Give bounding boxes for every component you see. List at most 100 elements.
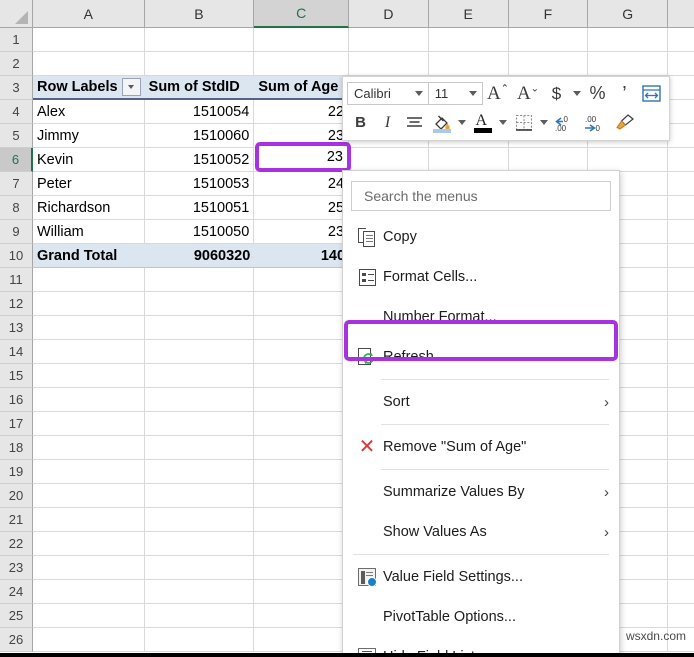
cell-a24[interactable]	[33, 580, 145, 604]
increase-decimal-button[interactable]: .00 0	[581, 110, 611, 135]
cell-f1[interactable]	[509, 28, 589, 52]
column-header-e[interactable]: E	[429, 0, 509, 28]
accounting-number-format-button[interactable]: $	[543, 81, 570, 106]
cell-b17[interactable]	[145, 412, 255, 436]
cell-h9[interactable]	[668, 220, 694, 244]
cell-h1[interactable]	[668, 28, 694, 52]
cell-d1[interactable]	[349, 28, 429, 52]
row-header-4[interactable]: 4	[0, 100, 33, 124]
cell-c4[interactable]: 22	[254, 100, 349, 124]
bold-button[interactable]: B	[347, 110, 374, 135]
column-header-g[interactable]: G	[588, 0, 668, 28]
row-header-7[interactable]: 7	[0, 172, 33, 196]
wrap-text-button[interactable]	[638, 81, 665, 106]
cell-h24[interactable]	[668, 580, 694, 604]
menu-item-hide-field-list[interactable]: Hide Field List	[343, 637, 619, 657]
cell-b7[interactable]: 1510053	[145, 172, 255, 196]
row-header-22[interactable]: 22	[0, 532, 33, 556]
cell-g2[interactable]	[588, 52, 668, 76]
row-header-10[interactable]: 10	[0, 244, 33, 268]
column-header-d[interactable]: D	[349, 0, 429, 28]
cell-c7[interactable]: 24	[254, 172, 349, 196]
cell-h18[interactable]	[668, 436, 694, 460]
cell-c2[interactable]	[254, 52, 349, 76]
cell-a22[interactable]	[33, 532, 145, 556]
row-header-15[interactable]: 15	[0, 364, 33, 388]
row-header-11[interactable]: 11	[0, 268, 33, 292]
font-color-chevron-down-icon[interactable]	[496, 110, 510, 135]
cell-a21[interactable]	[33, 508, 145, 532]
column-header-h-partial[interactable]	[668, 0, 694, 28]
cell-c26[interactable]	[254, 628, 349, 652]
cell-f6[interactable]	[509, 148, 589, 172]
cell-c1[interactable]	[254, 28, 349, 52]
cell-c16[interactable]	[254, 388, 349, 412]
cell-c12[interactable]	[254, 292, 349, 316]
cell-b13[interactable]	[145, 316, 255, 340]
cell-b23[interactable]	[145, 556, 255, 580]
cell-b20[interactable]	[145, 484, 255, 508]
cell-b25[interactable]	[145, 604, 255, 628]
cell-a5[interactable]: Jimmy	[33, 124, 145, 148]
cell-b26[interactable]	[145, 628, 255, 652]
row-header-3[interactable]: 3	[0, 76, 33, 100]
cell-h6[interactable]	[668, 148, 694, 172]
cell-c8[interactable]: 25	[254, 196, 349, 220]
increase-font-size-button[interactable]: A⌃	[483, 81, 513, 106]
column-header-b[interactable]: B	[145, 0, 255, 28]
row-header-9[interactable]: 9	[0, 220, 33, 244]
row-header-1[interactable]: 1	[0, 28, 33, 52]
row-header-26[interactable]: 26	[0, 628, 33, 652]
search-the-menus-input[interactable]: Search the menus	[351, 181, 611, 211]
borders-button[interactable]	[510, 110, 537, 135]
menu-item-pivottable-options[interactable]: PivotTable Options...	[343, 597, 619, 637]
cell-h22[interactable]	[668, 532, 694, 556]
cell-c21[interactable]	[254, 508, 349, 532]
cell-a1[interactable]	[33, 28, 145, 52]
cell-a19[interactable]	[33, 460, 145, 484]
row-header-18[interactable]: 18	[0, 436, 33, 460]
menu-item-number-format[interactable]: Number Format...	[343, 297, 619, 337]
cell-h4[interactable]	[668, 100, 694, 124]
cell-b9[interactable]: 1510050	[145, 220, 255, 244]
cell-a15[interactable]	[33, 364, 145, 388]
cell-a20[interactable]	[33, 484, 145, 508]
cell-h15[interactable]	[668, 364, 694, 388]
cell-h10[interactable]	[668, 244, 694, 268]
borders-chevron-down-icon[interactable]	[537, 110, 551, 135]
cell-a26[interactable]	[33, 628, 145, 652]
cell-h3[interactable]	[668, 76, 694, 100]
cell-b16[interactable]	[145, 388, 255, 412]
cell-c25[interactable]	[254, 604, 349, 628]
cell-g1[interactable]	[588, 28, 668, 52]
cell-b4[interactable]: 1510054	[145, 100, 255, 124]
font-color-button[interactable]: A	[469, 110, 496, 135]
cell-a8[interactable]: Richardson	[33, 196, 145, 220]
cell-b2[interactable]	[145, 52, 255, 76]
cell-c14[interactable]	[254, 340, 349, 364]
cell-b22[interactable]	[145, 532, 255, 556]
cell-b3-sum-of-stdid[interactable]: Sum of StdID	[145, 76, 255, 100]
cell-a11[interactable]	[33, 268, 145, 292]
cell-c22[interactable]	[254, 532, 349, 556]
row-header-12[interactable]: 12	[0, 292, 33, 316]
menu-item-summarize-values-by[interactable]: Summarize Values By ›	[343, 472, 619, 512]
font-size-combobox[interactable]: 11	[428, 82, 483, 105]
cell-h2[interactable]	[668, 52, 694, 76]
cell-b11[interactable]	[145, 268, 255, 292]
cell-a14[interactable]	[33, 340, 145, 364]
cell-c3-sum-of-age[interactable]: Sum of Age	[254, 76, 349, 100]
row-header-16[interactable]: 16	[0, 388, 33, 412]
cell-b18[interactable]	[145, 436, 255, 460]
column-header-c[interactable]: C	[254, 0, 349, 28]
row-header-23[interactable]: 23	[0, 556, 33, 580]
cell-a17[interactable]	[33, 412, 145, 436]
cell-a10-grand-total[interactable]: Grand Total	[33, 244, 145, 268]
cell-e6[interactable]	[429, 148, 509, 172]
cell-a3-row-labels[interactable]: Row Labels	[33, 76, 145, 100]
cell-e2[interactable]	[429, 52, 509, 76]
row-header-19[interactable]: 19	[0, 460, 33, 484]
cell-a4[interactable]: Alex	[33, 100, 145, 124]
cell-h13[interactable]	[668, 316, 694, 340]
cell-a7[interactable]: Peter	[33, 172, 145, 196]
